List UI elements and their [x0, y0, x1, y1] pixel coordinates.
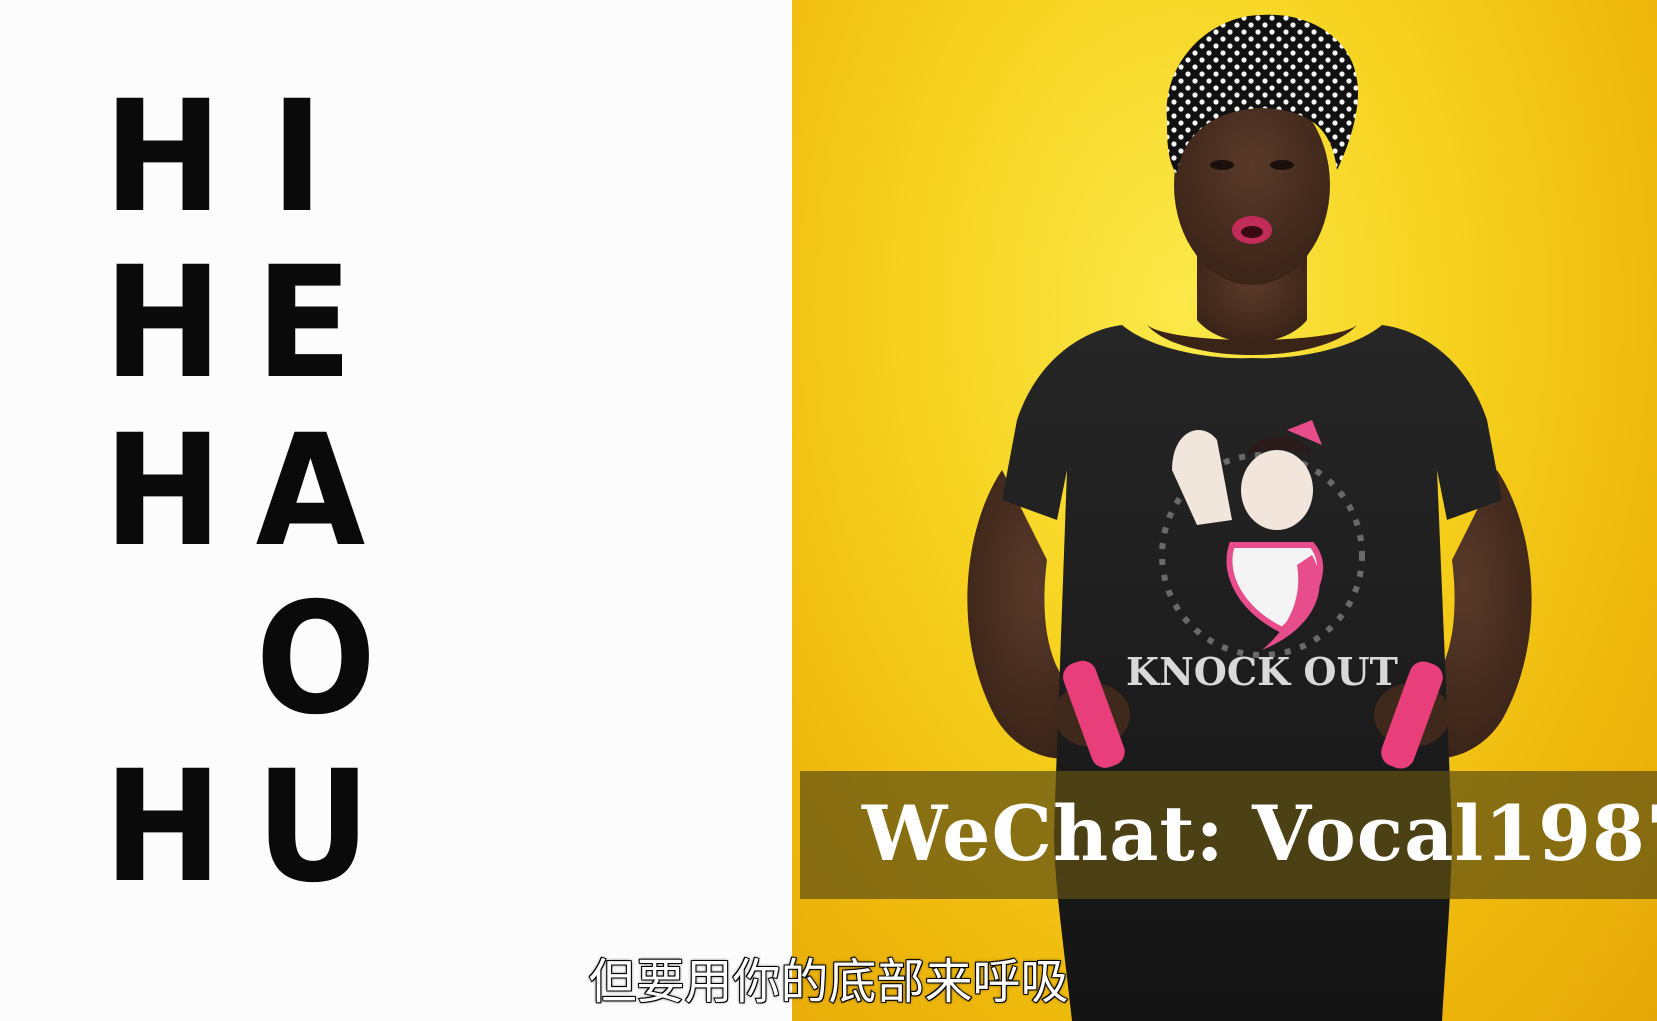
- syllable-vowel: O: [255, 570, 377, 749]
- syllable-row-he: H E: [100, 234, 420, 413]
- video-frame: H I H E H A O H U KNOCK OUT WeChat: Voca…: [0, 0, 1657, 1021]
- syllable-vowel: I: [270, 68, 324, 247]
- syllable-row-hi: H I: [100, 68, 420, 247]
- syllable-consonant: H: [103, 68, 223, 247]
- wechat-watermark-text: WeChat: Vocal1987: [862, 789, 1657, 878]
- subtitle-caption: 但要用你的底部来呼吸: [587, 953, 1069, 1011]
- shirt-knock-out-text: KNOCK OUT: [1126, 649, 1398, 694]
- syllable-consonant: H: [103, 234, 223, 413]
- syllable-vowel: A: [255, 402, 366, 581]
- syllable-consonant: H: [103, 738, 223, 917]
- left-text-panel: H I H E H A O H U: [0, 0, 792, 1021]
- syllable-row-ha: H A: [100, 402, 420, 581]
- syllable-consonant: H: [103, 402, 223, 581]
- syllable-vowel: U: [255, 738, 371, 917]
- syllable-row-o: O: [100, 570, 420, 749]
- syllable-row-hu: H U: [100, 738, 420, 917]
- wechat-watermark-band: WeChat: Vocal1987: [800, 771, 1657, 899]
- syllable-vowel: E: [255, 234, 353, 413]
